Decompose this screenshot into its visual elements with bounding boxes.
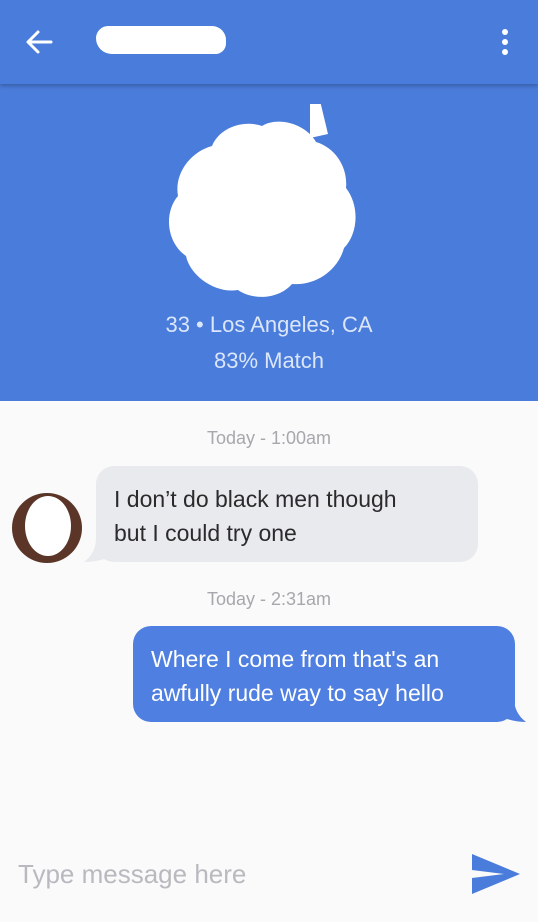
profile-age-location: 33 • Los Angeles, CA xyxy=(165,312,373,337)
username-redaction xyxy=(96,26,226,54)
arrow-left-icon xyxy=(26,30,53,54)
message-composer xyxy=(0,840,538,922)
message-text-line: Where I come from that's an xyxy=(151,646,440,672)
back-button[interactable] xyxy=(20,22,60,62)
message-timestamp: Today - 1:00am xyxy=(206,428,332,448)
avatar-redaction xyxy=(25,496,71,556)
more-vertical-icon xyxy=(502,29,508,55)
message-text-line: awfully rude way to say hello xyxy=(151,680,444,706)
incoming-message-bubble[interactable]: I don’t do black men though but I could … xyxy=(96,466,478,562)
sender-avatar[interactable] xyxy=(12,493,82,563)
overflow-menu-button[interactable] xyxy=(488,22,522,62)
message-text-line: but I could try one xyxy=(114,520,297,546)
send-icon xyxy=(472,854,520,894)
profile-match-percentage: 83% Match xyxy=(213,348,325,373)
message-input[interactable] xyxy=(18,854,438,894)
send-button[interactable] xyxy=(470,852,522,896)
app-bar xyxy=(0,0,538,84)
message-text-line: I don’t do black men though xyxy=(114,486,397,512)
message-timestamp: Today - 2:31am xyxy=(206,589,332,609)
profile-header: 33 • Los Angeles, CA 83% Match xyxy=(0,84,538,401)
outgoing-message-bubble[interactable]: Where I come from that's an awfully rude… xyxy=(133,626,515,722)
profile-photo-redacted[interactable] xyxy=(160,104,370,304)
